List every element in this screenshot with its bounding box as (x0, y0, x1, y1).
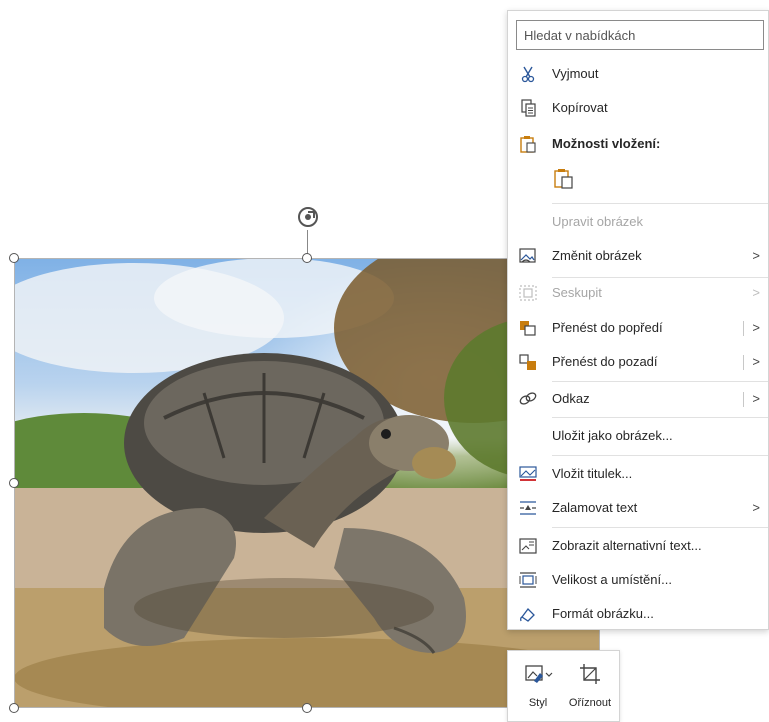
resize-handle-top[interactable] (302, 253, 312, 263)
paste-option-button[interactable] (552, 167, 578, 193)
menu-item-view-alt-text[interactable]: Zobrazit alternativní text... (508, 531, 768, 561)
crop-label: Oříznout (568, 697, 612, 709)
menu-item-label: Přenést do pozadí (552, 354, 658, 369)
resize-handle-bottom-left[interactable] (9, 703, 19, 713)
menu-item-cut[interactable]: Vyjmout (508, 59, 768, 89)
menu-item-bring-forward[interactable]: Přenést do popředí > (508, 313, 768, 343)
menu-item-change-picture[interactable]: Změnit obrázek > (508, 241, 768, 271)
menu-item-label: Uložit jako obrázek... (552, 428, 673, 443)
clipboard-icon (520, 136, 536, 153)
wrap-text-icon (520, 501, 536, 515)
style-label: Styl (528, 697, 548, 709)
menu-separator (552, 381, 768, 382)
group-icon (519, 285, 537, 301)
context-menu: Vyjmout Kopírovat Možnosti vložení: Upra… (507, 10, 769, 630)
menu-item-save-as-picture[interactable]: Uložit jako obrázek... (508, 421, 768, 451)
menu-item-label: Zalamovat text (552, 500, 638, 515)
caption-icon (519, 466, 537, 481)
menu-item-label: Seskupit (552, 285, 602, 300)
split-divider (743, 355, 744, 370)
crop-button[interactable]: Oříznout (564, 659, 616, 717)
menu-item-copy[interactable]: Kopírovat (508, 93, 768, 123)
bring-forward-icon (520, 321, 536, 336)
menu-item-label: Formát obrázku... (552, 606, 654, 621)
menu-item-label: Vyjmout (552, 66, 599, 81)
format-picture-icon (520, 608, 535, 622)
menu-item-insert-caption[interactable]: Vložit titulek... (508, 459, 768, 489)
menu-item-label: Vložit titulek... (552, 466, 633, 481)
change-picture-icon (519, 248, 536, 263)
menu-item-format-picture[interactable]: Formát obrázku... (508, 599, 768, 629)
menu-separator (552, 455, 768, 456)
menu-separator (552, 417, 768, 418)
crop-icon (580, 664, 600, 684)
menu-item-label: Odkaz (552, 391, 590, 406)
resize-handle-left[interactable] (9, 478, 19, 488)
rotate-icon[interactable] (295, 204, 321, 230)
menu-search-input[interactable] (516, 20, 764, 50)
link-icon (519, 392, 537, 405)
menu-item-send-backward[interactable]: Přenést do pozadí > (508, 347, 768, 377)
menu-item-link[interactable]: Odkaz > (508, 384, 768, 414)
picture-style-icon (525, 665, 553, 683)
menu-item-label: Přenést do popředí (552, 320, 663, 335)
menu-item-label: Změnit obrázek (552, 248, 642, 263)
copy-icon (521, 99, 536, 117)
menu-item-label: Velikost a umístění... (552, 572, 672, 587)
submenu-arrow-icon: > (752, 285, 760, 300)
submenu-arrow-icon[interactable]: > (752, 391, 760, 406)
scissors-icon (521, 66, 535, 83)
menu-item-wrap-text[interactable]: Zalamovat text > (508, 493, 768, 523)
menu-item-group: Seskupit > (508, 278, 768, 308)
menu-section-paste-options: Možnosti vložení: (508, 129, 768, 159)
split-divider (743, 392, 744, 407)
submenu-arrow-icon[interactable]: > (752, 320, 760, 335)
menu-item-label: Kopírovat (552, 100, 608, 115)
resize-handle-bottom[interactable] (302, 703, 312, 713)
menu-separator (552, 527, 768, 528)
split-divider (743, 321, 744, 336)
send-backward-icon (519, 354, 536, 370)
menu-item-size-and-position[interactable]: Velikost a umístění... (508, 565, 768, 595)
submenu-arrow-icon: > (752, 248, 760, 263)
paste-picture-icon (554, 169, 573, 189)
style-button[interactable]: Styl (512, 659, 564, 717)
picture-mini-toolbar: Styl Oříznout (507, 650, 620, 722)
size-position-icon (519, 572, 537, 588)
submenu-arrow-icon[interactable]: > (752, 354, 760, 369)
menu-separator (552, 203, 768, 204)
resize-handle-top-left[interactable] (9, 253, 19, 263)
submenu-arrow-icon: > (752, 500, 760, 515)
menu-item-edit-picture: Upravit obrázek (508, 207, 768, 237)
menu-item-label: Zobrazit alternativní text... (552, 538, 702, 553)
alt-text-icon (519, 538, 537, 554)
menu-item-label: Možnosti vložení: (552, 136, 661, 151)
menu-item-label: Upravit obrázek (552, 214, 644, 229)
